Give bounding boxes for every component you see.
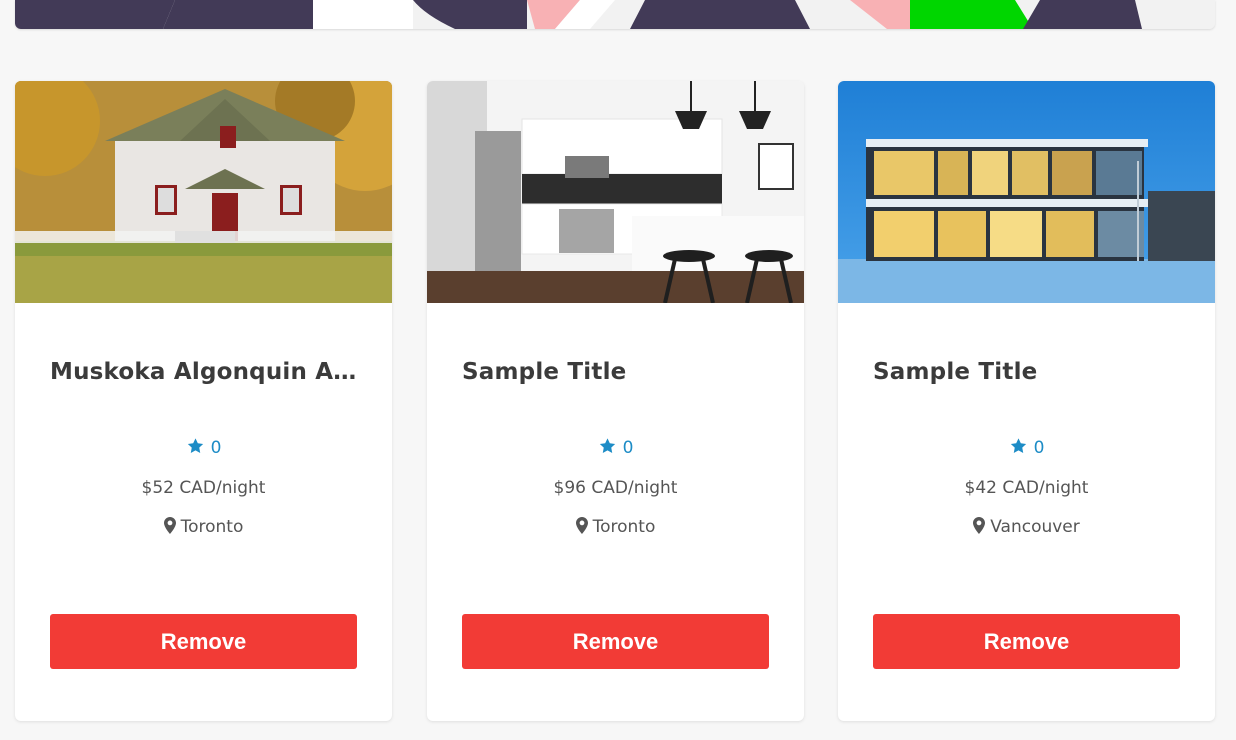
listing-card: Sample Title 0 $42 CAD/night Vancouver R… [838,81,1215,721]
hero-banner [15,0,1215,29]
rating-value: 0 [210,438,222,458]
map-pin-icon [575,517,588,534]
location-label: Toronto [592,517,656,537]
listing-photo-house[interactable] [15,81,392,303]
rating-value: 0 [622,438,634,458]
listing-rating: 0 [15,437,392,458]
star-icon [599,438,615,453]
listing-location: Toronto [427,517,804,537]
listing-photo-modern-house[interactable] [838,81,1215,303]
location-label: Vancouver [990,517,1080,537]
banner-illustration [15,0,1215,29]
rating-value: 0 [1033,438,1045,458]
listing-cards: Muskoka Algonquin Arr... 0 $52 CAD/night… [15,81,1215,721]
star-icon [187,438,203,453]
remove-button[interactable]: Remove [873,614,1180,669]
remove-button[interactable]: Remove [462,614,769,669]
listing-title[interactable]: Sample Title [873,359,1183,385]
listing-price: $52 CAD/night [141,478,266,498]
remove-button[interactable]: Remove [50,614,357,669]
listing-location: Vancouver [838,517,1215,537]
listing-title[interactable]: Muskoka Algonquin Arr... [50,359,360,385]
listing-title[interactable]: Sample Title [462,359,772,385]
listing-price: $42 CAD/night [964,478,1089,498]
listing-card: Muskoka Algonquin Arr... 0 $52 CAD/night… [15,81,392,721]
star-icon [1010,438,1026,453]
listing-card: Sample Title 0 $96 CAD/night Toronto Rem… [427,81,804,721]
listing-rating: 0 [427,437,804,458]
listing-location: Toronto [15,517,392,537]
listing-rating: 0 [838,437,1215,458]
map-pin-icon [163,517,176,534]
listing-price: $96 CAD/night [553,478,678,498]
listing-photo-kitchen[interactable] [427,81,804,303]
location-label: Toronto [180,517,244,537]
map-pin-icon [973,517,986,534]
